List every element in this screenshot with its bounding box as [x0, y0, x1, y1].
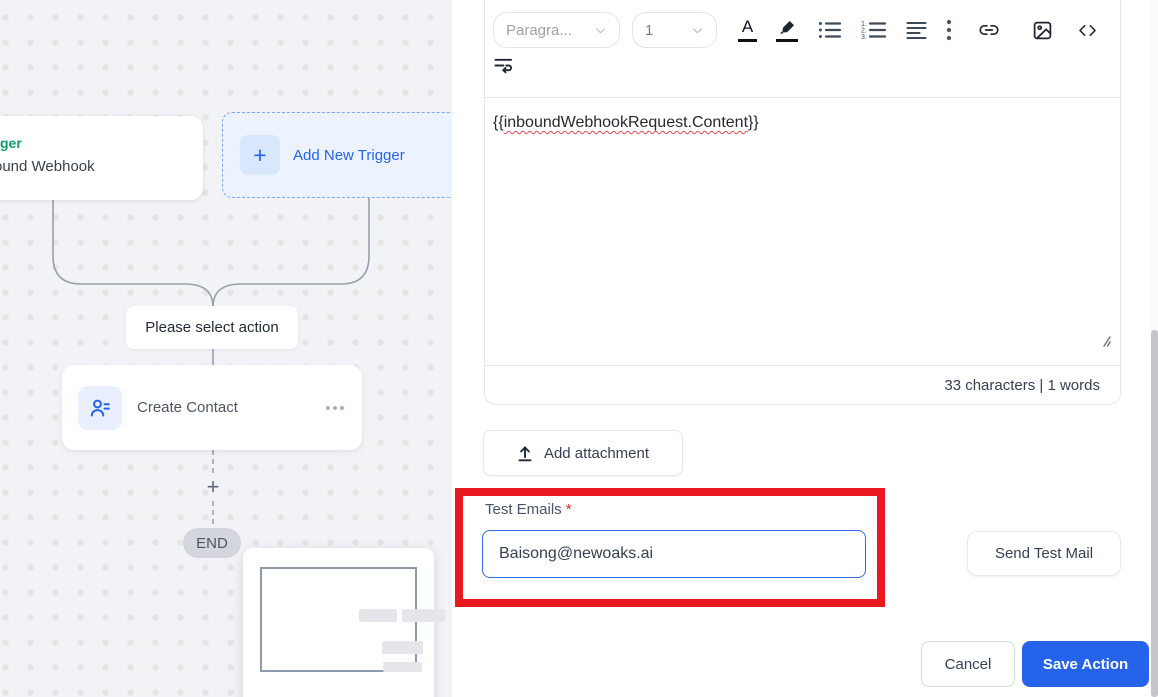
editor-toolbar: Paragra... 1 A 1. 2. 3. — [485, 0, 1120, 98]
action-editor-panel: Paragra... 1 A 1. 2. 3. {{inboundWebhook… — [452, 0, 1158, 697]
insert-link-button[interactable] — [977, 20, 1001, 40]
workflow-node-create-contact[interactable]: Create Contact — [62, 365, 362, 450]
save-action-button[interactable]: Save Action — [1022, 641, 1149, 687]
workflow-canvas: ger ound Webhook + Add New Trigger Pleas… — [0, 0, 452, 697]
font-size-value: 1 — [645, 21, 654, 39]
scrollbar-thumb[interactable] — [1151, 330, 1158, 697]
text-color-icon: A — [741, 17, 754, 37]
trigger-title-fragment: ger — [0, 135, 22, 151]
placeholder-bar — [359, 609, 397, 622]
font-size-select[interactable]: 1 — [632, 12, 717, 48]
add-action-plus-button[interactable]: + — [198, 474, 228, 500]
kebab-vertical-icon — [946, 19, 952, 41]
template-token: inboundWebhookRequest.Content — [503, 114, 749, 131]
link-icon — [979, 25, 999, 36]
image-icon — [1033, 21, 1052, 39]
required-asterisk: * — [565, 501, 572, 518]
preview-thumbnail-card — [243, 548, 445, 697]
bulleted-list-icon — [818, 22, 842, 38]
trigger-subtitle-fragment: ound Webhook — [0, 158, 95, 175]
workflow-node-trigger[interactable]: ger ound Webhook — [0, 116, 203, 200]
add-new-trigger-button[interactable]: + Add New Trigger — [222, 112, 452, 198]
more-options-button[interactable] — [946, 19, 952, 41]
rich-text-editor: Paragra... 1 A 1. 2. 3. {{inboundWebhook… — [484, 0, 1121, 405]
placeholder-bar — [402, 609, 445, 622]
paragraph-style-select[interactable]: Paragra... — [493, 12, 620, 48]
placeholder-bar — [382, 641, 423, 654]
scrollbar-track — [1150, 0, 1158, 697]
text-wrap-button[interactable] — [494, 57, 513, 74]
add-new-trigger-label: Add New Trigger — [293, 146, 405, 164]
highlighter-icon — [780, 20, 795, 34]
cancel-button[interactable]: Cancel — [921, 641, 1015, 687]
send-test-mail-button[interactable]: Send Test Mail — [967, 531, 1121, 576]
email-body-editable[interactable]: {{inboundWebhookRequest.Content}} — [485, 98, 1120, 365]
numbered-list-icon: 1. 2. 3. — [861, 21, 887, 41]
paragraph-style-value: Paragra... — [506, 21, 572, 39]
add-attachment-button[interactable]: Add attachment — [483, 430, 683, 476]
select-action-prompt: Please select action — [126, 306, 298, 349]
contact-icon — [78, 385, 122, 430]
add-attachment-label: Add attachment — [543, 444, 650, 462]
test-emails-label: Test Emails * — [485, 501, 572, 518]
align-icon — [906, 21, 927, 40]
code-icon — [1079, 24, 1096, 36]
chevron-down-icon — [693, 27, 702, 34]
insert-image-button[interactable] — [1032, 20, 1053, 41]
create-contact-label: Create Contact — [137, 399, 238, 416]
preview-thumbnail-frame — [260, 567, 445, 672]
code-view-button[interactable] — [1076, 21, 1099, 40]
upload-icon — [518, 445, 532, 461]
character-word-count: 33 characters | 1 words — [944, 377, 1100, 394]
plus-icon: + — [240, 135, 280, 175]
text-align-button[interactable] — [906, 20, 927, 40]
bulleted-list-button[interactable] — [817, 19, 842, 41]
test-emails-input[interactable] — [482, 530, 866, 578]
template-token-prefix: {{ — [493, 114, 504, 131]
text-color-button[interactable]: A — [738, 17, 757, 42]
workflow-end-badge: END — [183, 528, 241, 558]
node-options-kebab-icon[interactable] — [324, 400, 346, 416]
numbered-list-button[interactable]: 1. 2. 3. — [861, 19, 887, 41]
text-wrap-icon — [494, 58, 512, 74]
svg-text:3.: 3. — [861, 34, 867, 41]
resize-handle[interactable] — [1099, 335, 1111, 347]
placeholder-bar — [383, 662, 422, 672]
template-token-suffix: }} — [748, 114, 759, 131]
chevron-down-icon — [596, 27, 605, 34]
highlight-color-button[interactable] — [776, 19, 798, 42]
